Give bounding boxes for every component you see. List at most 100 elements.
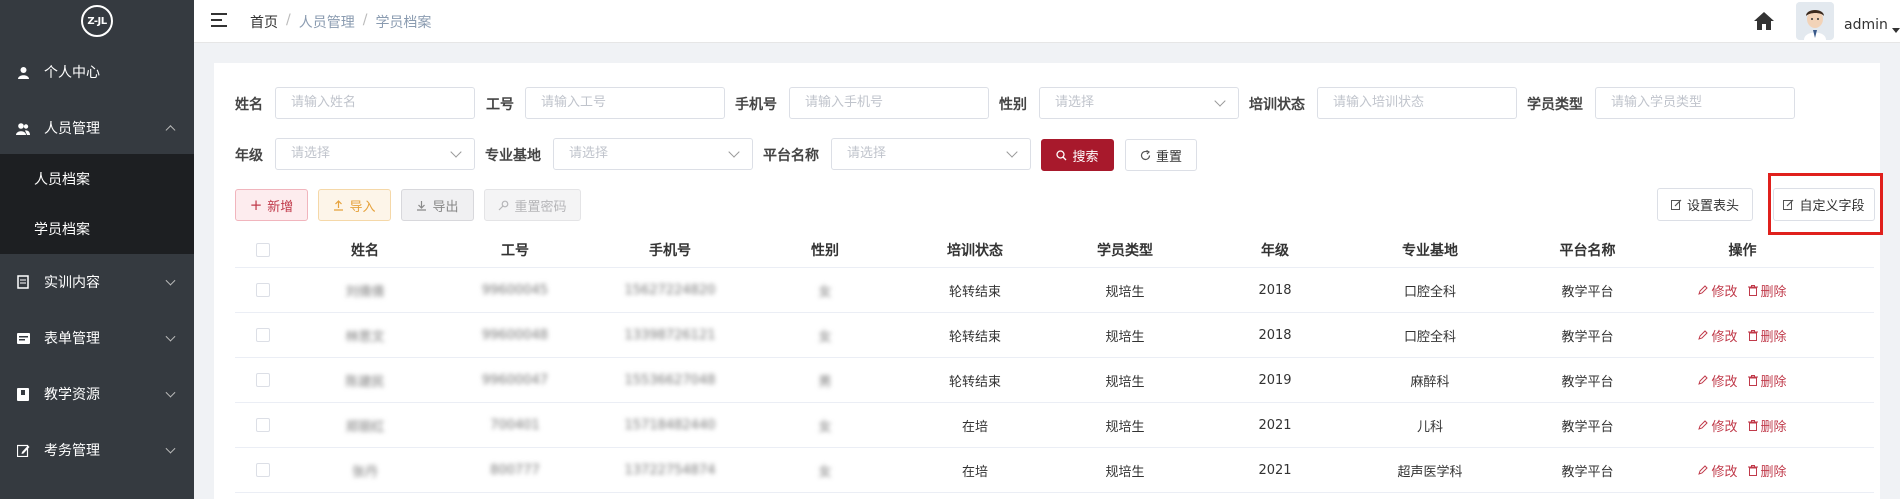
sidebar-item-staff-archive[interactable]: 人员档案 xyxy=(0,154,194,204)
search-button[interactable]: 搜索 xyxy=(1041,139,1114,171)
table-row: 张丹 800777 13722754874 女 在培 规培生 2021 超声医学科 教学平台 修改… xyxy=(235,448,1874,493)
set-header-button[interactable]: 设置表头 xyxy=(1657,188,1753,221)
menu-item-form-management[interactable]: 表单管理 xyxy=(0,310,194,366)
filter-label-gender: 性别 xyxy=(999,97,1027,113)
column-header-work-no[interactable]: 工号 xyxy=(440,233,590,267)
name-input[interactable]: 请输入姓名 xyxy=(275,87,475,119)
work-no-input[interactable]: 请输入工号 xyxy=(525,87,725,119)
menu-item-staff-management[interactable]: 人员管理 xyxy=(0,102,194,154)
export-button[interactable]: 导出 xyxy=(401,189,474,221)
select-all-cell xyxy=(235,233,290,267)
reset-button[interactable]: 重置 xyxy=(1125,139,1197,171)
edit-button[interactable]: 修改 xyxy=(1698,461,1738,480)
row-checkbox[interactable] xyxy=(255,328,270,342)
menu-item-exam-management[interactable]: 考务管理 xyxy=(0,422,194,478)
logo: Z-JL xyxy=(0,0,194,42)
export-button-label: 导出 xyxy=(432,199,459,215)
set-header-label: 设置表头 xyxy=(1686,199,1739,214)
row-actions: 修改 删除 xyxy=(1665,268,1820,312)
breadcrumb-home[interactable]: 首页 xyxy=(250,12,278,32)
chevron-down-icon xyxy=(165,331,176,342)
breadcrumb-staff-management[interactable]: 人员管理 xyxy=(299,12,355,32)
chevron-down-icon xyxy=(1006,146,1018,158)
chevron-up-icon xyxy=(165,125,176,136)
edit-button[interactable]: 修改 xyxy=(1698,281,1738,300)
sidebar: Z-JL 个人中心 人员管理 人员档案 学员档案 实训内容 表单管理 教学资源 … xyxy=(0,0,194,499)
search-icon xyxy=(1056,149,1067,160)
delete-label: 删除 xyxy=(1760,374,1787,390)
reset-password-button[interactable]: 重置密码 xyxy=(484,189,581,221)
row-actions: 修改 删除 xyxy=(1665,403,1820,447)
cell-name: 陈建民 xyxy=(345,374,385,390)
add-button-label: 新增 xyxy=(267,199,294,215)
table-body: 刘倩倩 99600045 15627224820 女轮转结束 规培生 2018 口腔全科 教学… xyxy=(235,268,1874,493)
trash-icon xyxy=(1747,419,1758,431)
edit-button[interactable]: 修改 xyxy=(1698,371,1738,390)
row-actions: 修改 删除 xyxy=(1665,448,1820,492)
trash-icon xyxy=(1747,329,1758,341)
filter-label-base: 专业基地 xyxy=(485,148,541,164)
menu-label: 教学资源 xyxy=(44,387,100,403)
platform-select[interactable]: 请选择 xyxy=(831,138,1031,170)
column-header-name[interactable]: 姓名 xyxy=(290,233,440,267)
student-type-input[interactable]: 请输入学员类型 xyxy=(1595,87,1795,119)
column-header-student-type[interactable]: 学员类型 xyxy=(1050,233,1200,267)
user-menu[interactable]: admin xyxy=(1844,17,1900,33)
reset-button-label: 重置 xyxy=(1155,149,1182,165)
cell-no: 700401 xyxy=(490,417,540,433)
search-button-label: 搜索 xyxy=(1072,149,1099,165)
home-icon[interactable] xyxy=(1753,11,1775,31)
table-row: 陈建民 99600047 15536627048 男 轮转结束 规培生 2019 麻醉科 教学平… xyxy=(235,358,1874,403)
base-select-placeholder: 请选择 xyxy=(569,146,609,161)
grade-select[interactable]: 请选择 xyxy=(275,138,475,170)
cell-type: 规培生 xyxy=(1105,464,1145,480)
menu-label: 考务管理 xyxy=(44,443,100,459)
download-icon xyxy=(417,200,427,211)
delete-button[interactable]: 删除 xyxy=(1747,416,1787,435)
column-header-phone[interactable]: 手机号 xyxy=(590,233,750,267)
menu-item-training-content[interactable]: 实训内容 xyxy=(0,254,194,310)
delete-button[interactable]: 删除 xyxy=(1747,326,1787,345)
phone-input[interactable]: 请输入手机号 xyxy=(789,87,989,119)
gender-select[interactable]: 请选择 xyxy=(1039,87,1239,119)
cell-type: 规培生 xyxy=(1105,329,1145,345)
column-header-platform[interactable]: 平台名称 xyxy=(1510,233,1665,267)
row-checkbox[interactable] xyxy=(255,283,270,297)
edit-button[interactable]: 修改 xyxy=(1698,416,1738,435)
edit-button[interactable]: 修改 xyxy=(1698,326,1738,345)
row-checkbox[interactable] xyxy=(255,373,270,387)
row-checkbox[interactable] xyxy=(255,418,270,432)
breadcrumb: 首页 / 人员管理 / 学员档案 xyxy=(250,12,432,32)
train-status-input[interactable]: 请输入培训状态 xyxy=(1317,87,1517,119)
add-button[interactable]: + 新增 xyxy=(235,189,308,221)
delete-button[interactable]: 删除 xyxy=(1747,461,1787,480)
menu-item-personal-center[interactable]: 个人中心 xyxy=(0,42,194,102)
column-header-grade[interactable]: 年级 xyxy=(1200,233,1350,267)
row-checkbox[interactable] xyxy=(255,463,270,477)
platform-select-placeholder: 请选择 xyxy=(847,146,887,161)
sidebar-item-student-archive[interactable]: 学员档案 xyxy=(0,204,194,254)
edit-label: 修改 xyxy=(1711,329,1738,345)
delete-label: 删除 xyxy=(1760,284,1787,300)
cell-grade: 2021 xyxy=(1258,462,1292,478)
column-header-train-status[interactable]: 培训状态 xyxy=(900,233,1050,267)
import-button[interactable]: 导入 xyxy=(318,189,391,221)
cell-name: 刘倩倩 xyxy=(345,284,385,300)
cell-grade: 2021 xyxy=(1258,417,1292,433)
column-header-base[interactable]: 专业基地 xyxy=(1350,233,1510,267)
chevron-down-icon xyxy=(165,443,176,454)
edit-icon xyxy=(1670,199,1682,210)
form-icon xyxy=(16,331,30,345)
avatar[interactable] xyxy=(1796,2,1834,40)
menu-item-teaching-resources[interactable]: 教学资源 xyxy=(0,366,194,422)
delete-button[interactable]: 删除 xyxy=(1747,371,1787,390)
table-header: 姓名 工号 手机号 性别 培训状态 学员类型 年级 专业基地 平台名称 操作 xyxy=(235,233,1874,268)
delete-button[interactable]: 删除 xyxy=(1747,281,1787,300)
chevron-down-icon xyxy=(728,146,740,158)
base-select[interactable]: 请选择 xyxy=(553,138,753,170)
filter-label-name: 姓名 xyxy=(235,97,263,113)
select-all-checkbox[interactable] xyxy=(255,243,270,257)
column-header-gender[interactable]: 性别 xyxy=(750,233,900,267)
highlight-annotation xyxy=(1768,173,1883,235)
menu-toggle-icon[interactable] xyxy=(211,13,227,27)
